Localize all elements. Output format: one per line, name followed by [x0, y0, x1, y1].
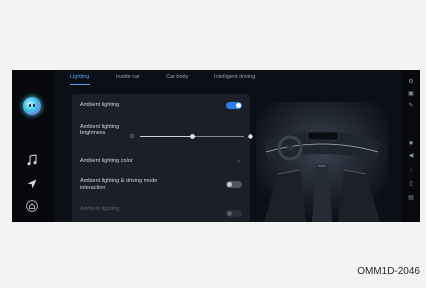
brightness-low-icon	[130, 134, 134, 138]
ambient-lighting-label: Ambient lighting	[80, 102, 120, 108]
infotainment-screen: Lighting Inside car Car body Intelligent…	[12, 70, 420, 222]
car-interior-image	[256, 102, 388, 222]
toggle-knob	[227, 211, 232, 216]
tab-inside-car-label: Inside car	[116, 74, 140, 80]
tab-car-body-label: Car body	[166, 74, 189, 80]
assistant-eye-right	[33, 104, 35, 107]
right-sidebar: ⚙ ▣ ✎ ✸ ◀ ↓ ▯ ▤	[402, 70, 420, 222]
fan-icon[interactable]: ✸	[407, 140, 415, 148]
tab-inside-car[interactable]: Inside car	[116, 74, 140, 80]
brightness-slider-fill	[140, 136, 192, 137]
brightness-high-icon	[248, 134, 253, 139]
driving-interaction-label: Ambient lighting & driving mode interact…	[80, 178, 158, 191]
camera-icon[interactable]: ▣	[407, 90, 415, 98]
lighting-color-row[interactable]: Ambient lighting color ›	[80, 158, 242, 168]
toggle-knob	[227, 182, 232, 187]
toggle-knob	[236, 103, 241, 108]
ambient-lighting-row: Ambient lighting	[80, 102, 242, 110]
settings-icon[interactable]: ⚙	[407, 78, 415, 86]
figure-code: OMM1D-2046	[357, 266, 420, 277]
seat-icon[interactable]: ↓	[407, 166, 415, 174]
tab-lighting-label: Lighting	[70, 74, 90, 80]
partial-ambient-row: Ambient lighting	[80, 206, 242, 220]
voice-assistant-icon[interactable]	[23, 97, 41, 115]
partial-ambient-label: Ambient lighting	[80, 206, 120, 212]
music-icon[interactable]	[26, 154, 38, 166]
trash-icon[interactable]: ▤	[407, 194, 415, 202]
partial-ambient-toggle[interactable]	[226, 210, 242, 217]
lighting-settings-panel: Ambient lighting Ambient lighting bright…	[72, 94, 253, 222]
active-tab-indicator	[70, 84, 90, 85]
tab-lighting[interactable]: Lighting	[70, 74, 90, 85]
left-sidebar	[12, 70, 54, 222]
home-icon[interactable]	[26, 200, 38, 212]
driving-interaction-toggle[interactable]	[226, 181, 242, 188]
ambient-lighting-toggle[interactable]	[226, 102, 242, 109]
tab-car-body[interactable]: Car body	[166, 74, 188, 80]
assistant-eye-left	[29, 104, 31, 107]
brightness-slider-thumb[interactable]	[189, 134, 195, 139]
navigation-icon[interactable]	[26, 178, 38, 190]
tab-intelligent-driving-label: Intelligent driving	[214, 74, 256, 80]
edit-icon[interactable]: ✎	[407, 102, 415, 110]
volume-icon[interactable]: ◀	[407, 152, 415, 160]
brightness-label: Ambient lighting brightness	[80, 124, 120, 136]
brightness-row: Ambient lighting brightness	[80, 124, 253, 150]
phone-icon[interactable]: ▯	[407, 180, 415, 188]
lighting-color-label: Ambient lighting color	[80, 158, 133, 164]
driving-interaction-row: Ambient lighting & driving mode interact…	[80, 178, 242, 196]
tab-intelligent-driving[interactable]: Intelligent driving	[214, 74, 255, 80]
chevron-right-icon: ›	[237, 158, 240, 165]
brightness-slider[interactable]	[140, 134, 244, 139]
